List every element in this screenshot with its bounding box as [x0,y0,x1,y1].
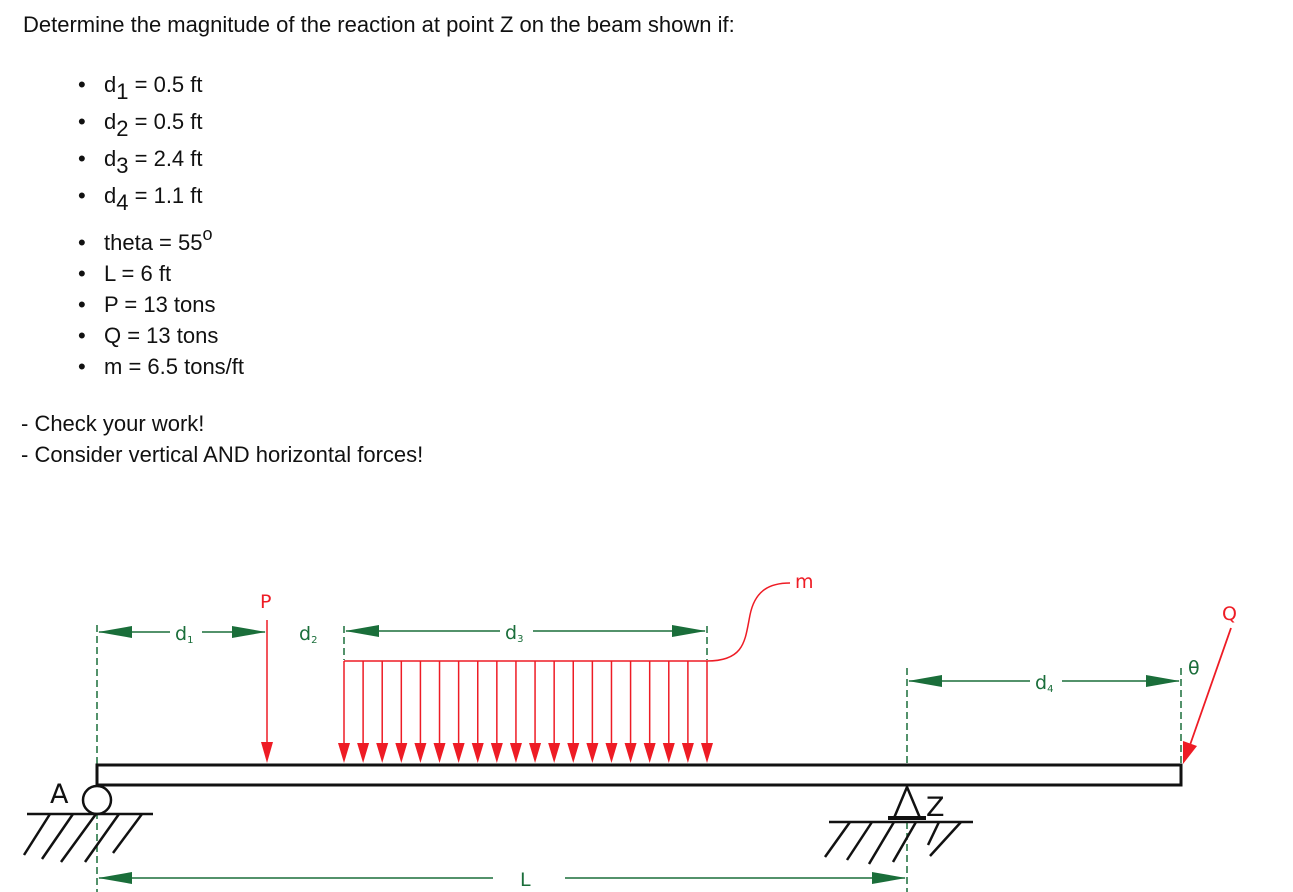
dimension-arrowhead [872,872,906,884]
label-Z: Z [926,792,945,823]
dimension-arrowhead [98,872,132,884]
label-d4: d4 [1035,672,1053,695]
ground-hatch [823,821,962,865]
udl-leader-curve [706,582,791,662]
dimension-arrowhead [232,626,266,638]
label-L: L [520,869,531,891]
dimension-L: L [98,869,906,891]
beam-diagram: d1 d2 d3 d4 θ L P m Q A Z [22,571,1237,892]
label-m: m [795,571,814,593]
udl-arrow-head [624,743,637,763]
udl-arrow-head [338,743,350,763]
udl-arrow-head [452,743,465,763]
udl-arrow-head [357,743,370,763]
dimension-arrowhead [1146,675,1180,687]
udl-arrow-head [681,743,694,763]
udl-arrow-head [662,743,675,763]
dimension-arrowhead [672,625,706,637]
udl-arrow-head [509,743,522,763]
dimension-d1: d1 [98,623,266,646]
extension-lines [96,625,1182,892]
support-Z-pin: Z [823,783,973,865]
label-d2: d2 [299,623,317,646]
dimension-d4: d4 [908,672,1180,695]
pin-triangle [892,783,922,820]
label-A: A [50,779,69,810]
udl-arrow-head [414,743,427,763]
inclined-load-Q: Q [1183,603,1237,764]
roller-circle [81,784,113,816]
dimension-arrowhead [908,675,942,687]
udl-arrow-head [643,743,656,763]
label-theta: θ [1188,657,1200,679]
arrowhead [1183,741,1197,764]
dimension-d3: d3 [345,622,706,645]
dimension-arrowhead [345,625,379,637]
dimension-arrowhead [98,626,132,638]
udl-arrow-head [490,743,503,763]
udl-arrow-head [586,743,599,763]
udl-arrow-head [567,743,580,763]
label-P: P [260,591,271,613]
udl-arrow-head [529,743,542,763]
ground-hatch [22,813,144,863]
arrowhead [261,742,273,763]
label-Q: Q [1222,603,1237,625]
udl-arrow-head [605,743,618,763]
udl-arrow-head [395,743,408,763]
label-d3: d3 [505,622,523,645]
point-load-P: P [260,591,273,763]
beam [95,763,1183,787]
udl-arrow-head [471,743,484,763]
udl-arrow-head [548,743,561,763]
support-A-roller: A [22,779,153,863]
distributed-load: m [338,571,814,763]
udl-arrow-head [701,743,713,763]
udl-arrow-head [433,743,446,763]
udl-arrow-head [376,743,389,763]
label-d1: d1 [175,623,193,646]
